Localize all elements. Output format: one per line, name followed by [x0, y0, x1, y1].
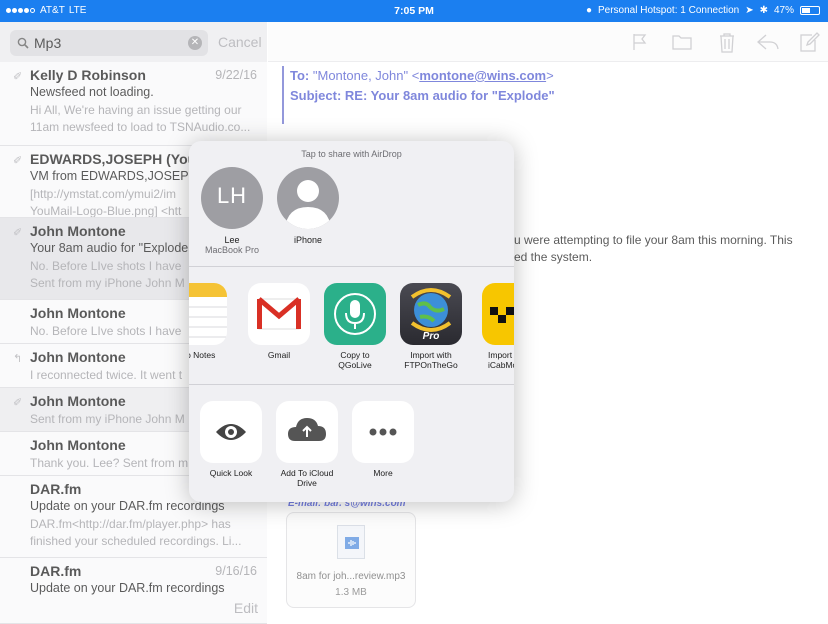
notes-icon — [189, 283, 227, 345]
bluetooth-icon: ✱ — [759, 5, 768, 16]
status-right: ● Personal Hotspot: 1 Connection ➤ ✱ 47% — [586, 5, 820, 16]
airdrop-title: Tap to share with AirDrop — [301, 149, 402, 159]
airdrop-target-lee[interactable]: LH Lee MacBook Pro — [198, 167, 266, 255]
eye-icon — [200, 401, 262, 463]
gmail-icon — [248, 283, 310, 345]
app-tile-ftponthego[interactable]: Pro Import with FTPOnTheGo — [394, 283, 468, 370]
quick-look-action[interactable]: Quick Look — [194, 401, 268, 478]
battery-percent: 47% — [773, 5, 794, 16]
pro-badge: Pro — [422, 331, 440, 342]
share-apps-row: d to Notes Gmail Copy to QGoLive Pro Imp… — [189, 267, 514, 385]
app-tile-icabmobile[interactable]: Import iCabMo — [470, 283, 514, 370]
hotspot-icon: ● — [585, 5, 592, 16]
microphone-icon — [324, 283, 386, 345]
more-icon — [352, 401, 414, 463]
ftp-globe-icon: Pro — [400, 283, 462, 345]
hotspot-label: Personal Hotspot: 1 Connection — [598, 5, 740, 16]
more-action[interactable]: More — [346, 401, 420, 478]
status-bar: AT&T LTE 7:05 PM ● Personal Hotspot: 1 C… — [0, 0, 828, 22]
app-tile-gmail[interactable]: Gmail — [242, 283, 316, 360]
app-tile-notes[interactable]: d to Notes — [189, 283, 233, 360]
battery-icon — [800, 6, 820, 15]
airdrop-section: Tap to share with AirDrop LH Lee MacBook… — [189, 141, 514, 267]
avatar: LH — [201, 167, 263, 229]
share-actions-row: Quick Look Add To iCloud Drive More — [189, 385, 514, 502]
cab-icon — [482, 283, 514, 345]
location-icon: ➤ — [745, 5, 754, 16]
airdrop-target-iphone[interactable]: iPhone — [274, 167, 342, 245]
app-tile-qgolive[interactable]: Copy to QGoLive — [318, 283, 392, 370]
icloud-upload-icon — [276, 401, 338, 463]
share-sheet: Tap to share with AirDrop LH Lee MacBook… — [189, 141, 514, 502]
person-icon — [277, 167, 339, 229]
icloud-drive-action[interactable]: Add To iCloud Drive — [270, 401, 344, 488]
